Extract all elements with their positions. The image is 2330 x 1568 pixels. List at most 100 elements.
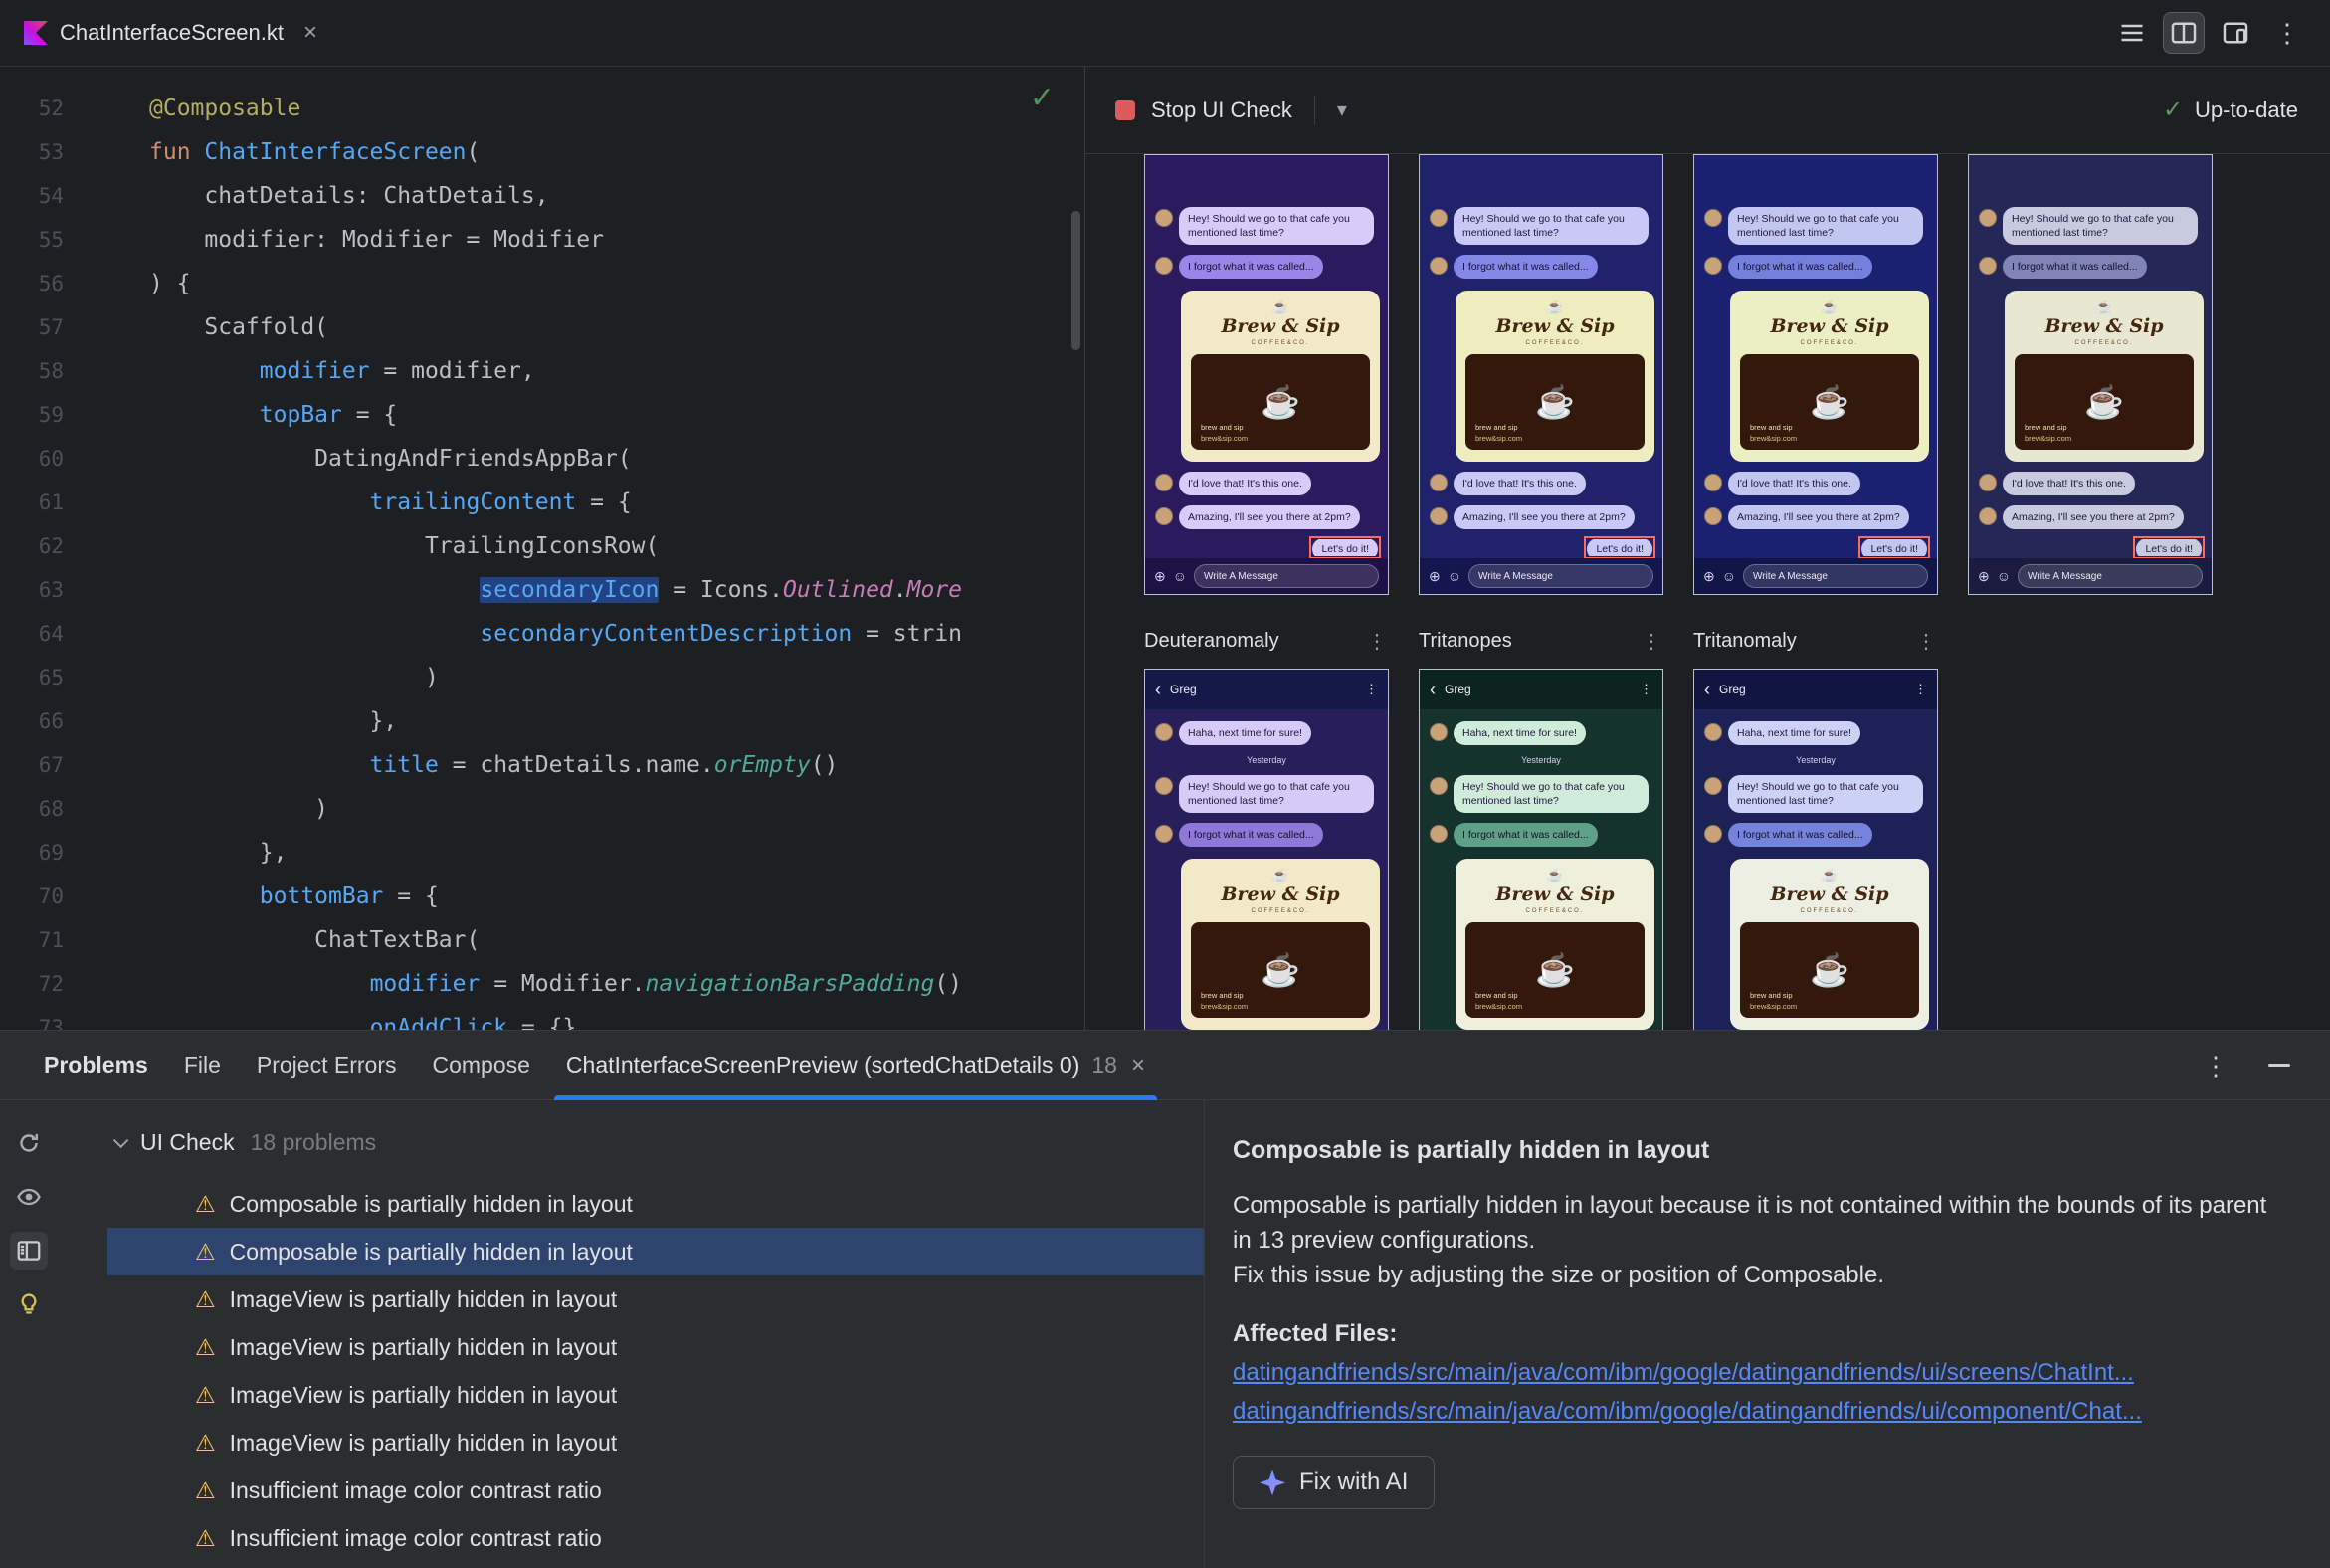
line-number[interactable]: 57: [0, 315, 64, 339]
tab-file[interactable]: File: [166, 1031, 239, 1099]
chevron-down-icon[interactable]: ▾: [1337, 98, 1347, 122]
tab-project-errors[interactable]: Project Errors: [239, 1031, 415, 1099]
affected-file-link[interactable]: datingandfriends/src/main/java/com/ibm/g…: [1233, 1359, 2290, 1387]
editor-scrollbar[interactable]: [1071, 211, 1080, 350]
tab-uicheck-preview[interactable]: ChatInterfaceScreenPreview (sortedChatDe…: [548, 1031, 1163, 1100]
emoji-icon[interactable]: ☺: [1173, 569, 1187, 583]
affected-file-link[interactable]: datingandfriends/src/main/java/com/ibm/g…: [1233, 1398, 2290, 1426]
tab-close-icon[interactable]: ×: [1131, 1052, 1145, 1079]
panel-minimize-icon[interactable]: [2268, 1064, 2290, 1067]
quickfix-bulb-icon[interactable]: [10, 1285, 48, 1323]
problem-item[interactable]: ⚠ ImageView is partially hidden in layout: [107, 1275, 1204, 1323]
problem-item[interactable]: ⚠ Composable is partially hidden in layou…: [107, 1180, 1204, 1228]
split-editor-icon[interactable]: [2163, 12, 2205, 54]
message-input-bar[interactable]: ⊕ ☺ Write A Message: [1694, 558, 1937, 594]
preview-toolbar: Stop UI Check ▾ ✓ Up-to-date: [1085, 67, 2330, 154]
line-number[interactable]: 63: [0, 578, 64, 602]
line-number[interactable]: 73: [0, 1016, 64, 1030]
line-number[interactable]: 70: [0, 884, 64, 908]
problem-item[interactable]: ⚠ ImageView is partially hidden in layout: [107, 1419, 1204, 1467]
card-brand: Brew & Sip: [2044, 315, 2164, 337]
emoji-icon[interactable]: ☺: [1448, 569, 1461, 583]
problems-group[interactable]: UI Check 18 problems: [58, 1118, 1204, 1166]
variant-menu-icon[interactable]: ⋮: [1642, 629, 1663, 654]
line-number[interactable]: 62: [0, 534, 64, 558]
message-input-bar[interactable]: ⊕ ☺ Write A Message: [1969, 558, 2212, 594]
line-number[interactable]: 55: [0, 228, 64, 252]
message-input[interactable]: Write A Message: [1743, 564, 1928, 588]
chat-menu-icon[interactable]: ⋮: [1365, 682, 1378, 697]
problem-item[interactable]: ⚠ Composable is partially hidden in layou…: [107, 1228, 1204, 1275]
line-number[interactable]: 59: [0, 403, 64, 427]
line-number[interactable]: 66: [0, 709, 64, 733]
coffee-cup-icon: ☕: [1261, 952, 1300, 988]
line-number[interactable]: 60: [0, 447, 64, 471]
problem-item[interactable]: ⚠Insufficient text color contrast ratio: [107, 1562, 1204, 1568]
line-number[interactable]: 72: [0, 972, 64, 996]
panel-menu-icon[interactable]: ⋮: [2203, 1053, 2229, 1078]
chevron-expanded-icon[interactable]: [112, 1132, 129, 1148]
line-number[interactable]: 54: [0, 184, 64, 208]
line-number[interactable]: 53: [0, 140, 64, 164]
card-subtitle: COFFEE&CO.: [1525, 340, 1585, 346]
details-view-icon[interactable]: [10, 1232, 48, 1270]
add-icon[interactable]: ⊕: [1703, 569, 1715, 583]
stop-icon: [1115, 99, 1135, 120]
message-input[interactable]: Write A Message: [2018, 564, 2203, 588]
add-icon[interactable]: ⊕: [1978, 569, 1990, 583]
line-number[interactable]: 68: [0, 797, 64, 821]
stop-ui-check-button[interactable]: Stop UI Check: [1151, 98, 1292, 123]
problem-item[interactable]: ⚠ Insufficient image color contrast ratio: [107, 1467, 1204, 1514]
preview-phone[interactable]: Hey! Should we go to that cafe you menti…: [1968, 154, 2213, 595]
line-number[interactable]: 71: [0, 928, 64, 952]
tab-compose[interactable]: Compose: [414, 1031, 547, 1099]
line-number[interactable]: 67: [0, 753, 64, 777]
back-icon[interactable]: ‹: [1430, 681, 1436, 698]
line-number[interactable]: 61: [0, 490, 64, 514]
add-icon[interactable]: ⊕: [1154, 569, 1166, 583]
structure-view-icon[interactable]: [2111, 12, 2153, 54]
problem-item[interactable]: ⚠ ImageView is partially hidden in layout: [107, 1323, 1204, 1371]
preview-phone[interactable]: ‹ Greg ⋮ Haha, next time for sure! Yeste…: [1693, 669, 1938, 1030]
code-editor[interactable]: 52 @Composable 53 fun ChatInterfaceScreen(5…: [0, 67, 1084, 1030]
line-number[interactable]: 56: [0, 272, 64, 295]
problem-item[interactable]: ⚠ ImageView is partially hidden in layout: [107, 1371, 1204, 1419]
preview-phone[interactable]: Hey! Should we go to that cafe you menti…: [1419, 154, 1663, 595]
avatar: [1155, 209, 1173, 227]
chat-menu-icon[interactable]: ⋮: [1640, 682, 1652, 697]
preview-phone[interactable]: Hey! Should we go to that cafe you menti…: [1144, 154, 1389, 595]
preview-phone[interactable]: Hey! Should we go to that cafe you menti…: [1693, 154, 1938, 595]
line-number[interactable]: 64: [0, 622, 64, 646]
chat-menu-icon[interactable]: ⋮: [1914, 682, 1927, 697]
message-input-bar[interactable]: ⊕ ☺ Write A Message: [1145, 558, 1388, 594]
variant-menu-icon[interactable]: ⋮: [1367, 629, 1389, 654]
tab-close-icon[interactable]: ×: [303, 19, 317, 47]
inspection-ok-icon[interactable]: ✓: [1030, 81, 1055, 115]
line-number[interactable]: 52: [0, 97, 64, 120]
emoji-icon[interactable]: ☺: [1722, 569, 1736, 583]
variant-menu-icon[interactable]: ⋮: [1916, 629, 1938, 654]
coffee-card: ☕ Brew & Sip COFFEE&CO. ☕ brew and sip b…: [2005, 291, 2204, 462]
line-number[interactable]: 65: [0, 666, 64, 689]
preview-phone[interactable]: ‹ Greg ⋮ Haha, next time for sure! Yeste…: [1419, 669, 1663, 1030]
editor-tab[interactable]: ChatInterfaceScreen.kt ×: [0, 0, 335, 66]
message-input[interactable]: Write A Message: [1468, 564, 1653, 588]
ide-window: ChatInterfaceScreen.kt × ⋮ 52 @Composable…: [0, 0, 2330, 1568]
emoji-icon[interactable]: ☺: [1997, 569, 2011, 583]
line-number[interactable]: 69: [0, 841, 64, 865]
preview-eye-icon[interactable]: [10, 1178, 48, 1216]
back-icon[interactable]: ‹: [1704, 681, 1710, 698]
refresh-icon[interactable]: [10, 1124, 48, 1162]
tab-problems[interactable]: Problems: [26, 1031, 166, 1099]
add-icon[interactable]: ⊕: [1429, 569, 1441, 583]
toolbar-menu-icon[interactable]: ⋮: [2266, 12, 2308, 54]
chat-bubble: Let's do it!: [2136, 539, 2202, 556]
problem-item[interactable]: ⚠ Insufficient image color contrast ratio: [107, 1514, 1204, 1562]
preview-phone[interactable]: ‹ Greg ⋮ Haha, next time for sure! Yeste…: [1144, 669, 1389, 1030]
fix-with-ai-button[interactable]: Fix with AI: [1233, 1456, 1436, 1510]
message-input[interactable]: Write A Message: [1194, 564, 1379, 588]
back-icon[interactable]: ‹: [1155, 681, 1161, 698]
line-number[interactable]: 58: [0, 359, 64, 383]
device-preview-icon[interactable]: [2215, 12, 2256, 54]
message-input-bar[interactable]: ⊕ ☺ Write A Message: [1420, 558, 1662, 594]
